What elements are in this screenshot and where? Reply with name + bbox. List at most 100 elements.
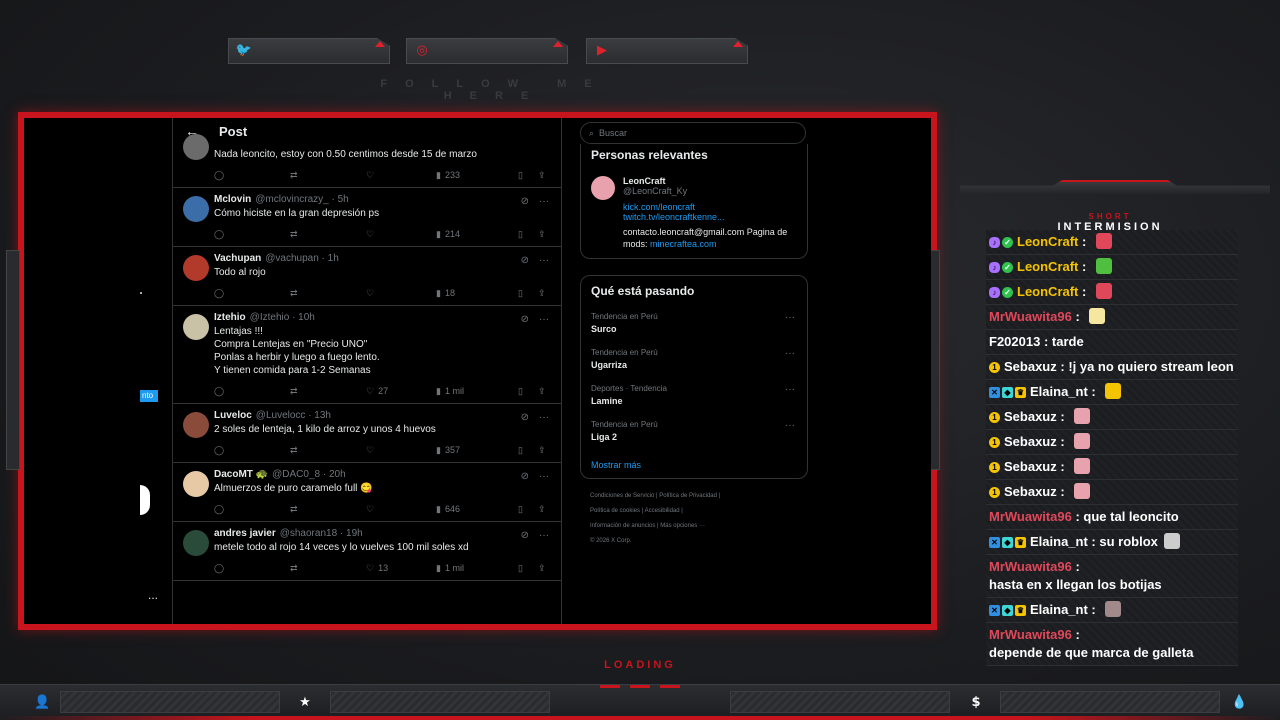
trend-item[interactable]: Tendencia en Perú Surco ··· xyxy=(591,312,797,334)
share-icon[interactable]: ⇪ xyxy=(538,504,552,515)
author-name[interactable]: DacoMT 🐢 xyxy=(214,469,268,480)
tweet[interactable]: Nada leoncito, estoy con 0.50 centimos d… xyxy=(173,134,561,188)
reply-icon[interactable]: ◯ xyxy=(214,445,290,456)
chat-username[interactable]: LeonCraft xyxy=(1017,258,1078,276)
like-button[interactable]: ♡ xyxy=(366,445,436,456)
tweet[interactable]: ⊘ ··· Iztehio @Iztehio · 10h Lentajas !!! … xyxy=(173,306,561,404)
avatar[interactable] xyxy=(591,176,615,200)
reply-icon[interactable]: ◯ xyxy=(214,504,290,515)
share-icon[interactable]: ⇪ xyxy=(538,445,552,456)
chat-username[interactable]: LeonCraft xyxy=(1017,283,1078,301)
reply-icon[interactable]: ◯ xyxy=(214,288,290,299)
grok-icon[interactable]: ⊘ xyxy=(521,530,529,541)
tweet[interactable]: ⊘ ··· andres javier @shaoran18 · 19h metel… xyxy=(173,522,561,581)
share-icon[interactable]: ⇪ xyxy=(538,229,552,240)
retweet-icon[interactable]: ⇄ xyxy=(290,229,366,240)
link-kick[interactable]: kick.com/leoncraft xyxy=(623,202,797,212)
views-button[interactable]: ▮ 18 xyxy=(436,288,518,299)
chat-username[interactable]: Sebaxuz xyxy=(1004,408,1057,426)
retweet-icon[interactable]: ⇄ xyxy=(290,563,366,574)
link-twitch[interactable]: twitch.tv/leoncraftkenne... xyxy=(623,212,797,222)
footer-line[interactable]: Información de anuncios | Más opciones ·… xyxy=(590,519,800,534)
views-button[interactable]: ▮ 646 xyxy=(436,504,518,515)
author-name[interactable]: andres javier xyxy=(214,528,276,539)
avatar[interactable] xyxy=(183,314,209,340)
tweet[interactable]: ⊘ ··· Vachupan @vachupan · 1h Todo al rojo… xyxy=(173,247,561,306)
avatar[interactable] xyxy=(183,530,209,556)
chat-username[interactable]: MrWuawita96 xyxy=(989,508,1072,526)
like-button[interactable]: ♡ xyxy=(366,504,436,515)
retweet-icon[interactable]: ⇄ xyxy=(290,386,366,397)
grok-icon[interactable]: ⊘ xyxy=(521,196,529,207)
reply-icon[interactable]: ◯ xyxy=(214,229,290,240)
more-icon[interactable]: ··· xyxy=(785,348,795,359)
chat-username[interactable]: Sebaxuz xyxy=(1004,358,1057,376)
author-handle[interactable]: @DAC0_8 · 20h xyxy=(272,469,346,480)
author-name[interactable]: Mclovin xyxy=(214,194,251,205)
share-icon[interactable]: ⇪ xyxy=(538,563,552,574)
retweet-icon[interactable]: ⇄ xyxy=(290,170,366,181)
footer-line[interactable]: Condiciones de Servicio | Política de Pr… xyxy=(590,489,800,504)
author-handle[interactable]: @Iztehio · 10h xyxy=(250,312,315,323)
views-button[interactable]: ▮ 357 xyxy=(436,445,518,456)
retweet-icon[interactable]: ⇄ xyxy=(290,445,366,456)
views-button[interactable]: ▮ 1 mil xyxy=(436,563,518,574)
retweet-icon[interactable]: ⇄ xyxy=(290,288,366,299)
more-icon[interactable]: ··· xyxy=(785,420,795,431)
avatar[interactable] xyxy=(183,471,209,497)
more-icon[interactable]: ··· xyxy=(539,255,549,266)
tweet[interactable]: ⊘ ··· Mclovin @mclovincrazy_ · 5h Cómo hic… xyxy=(173,188,561,247)
reply-icon[interactable]: ◯ xyxy=(214,386,290,397)
person-name[interactable]: LeonCraft xyxy=(623,176,797,186)
like-button[interactable]: ♡ xyxy=(366,229,436,240)
avatar[interactable] xyxy=(183,412,209,438)
compose-button[interactable] xyxy=(140,485,150,515)
chat-username[interactable]: LeonCraft xyxy=(1017,233,1078,251)
more-icon[interactable]: ··· xyxy=(785,384,795,395)
more-options-button[interactable]: ... xyxy=(148,588,158,602)
bookmark-icon[interactable]: ▯ xyxy=(518,288,538,299)
author-handle[interactable]: @shaoran18 · 19h xyxy=(280,528,363,539)
reply-icon[interactable]: ◯ xyxy=(214,170,290,181)
avatar[interactable] xyxy=(183,196,209,222)
retweet-icon[interactable]: ⇄ xyxy=(290,504,366,515)
nav-badge[interactable]: nto xyxy=(140,390,158,402)
show-more-link[interactable]: Mostrar más xyxy=(591,460,797,470)
chat-username[interactable]: MrWuawita96 xyxy=(989,558,1072,576)
link-mods[interactable]: minecraftea.com xyxy=(650,239,717,249)
grok-icon[interactable]: ⊘ xyxy=(521,471,529,482)
grok-icon[interactable]: ⊘ xyxy=(521,412,529,423)
like-button[interactable]: ♡ 13 xyxy=(366,563,436,574)
author-name[interactable]: Iztehio xyxy=(214,312,246,323)
relevant-person[interactable]: LeonCraft @LeonCraft_Ky kick.com/leoncra… xyxy=(591,176,797,250)
trend-item[interactable]: Deportes · Tendencia Lamine ··· xyxy=(591,384,797,406)
author-name[interactable]: Vachupan xyxy=(214,253,261,264)
share-icon[interactable]: ⇪ xyxy=(538,288,552,299)
more-icon[interactable]: ··· xyxy=(539,196,549,207)
like-button[interactable]: ♡ xyxy=(366,170,436,181)
more-icon[interactable]: ··· xyxy=(785,312,795,323)
like-button[interactable]: ♡ 27 xyxy=(366,386,436,397)
bookmark-icon[interactable]: ▯ xyxy=(518,386,538,397)
grok-icon[interactable]: ⊘ xyxy=(521,314,529,325)
footer-line[interactable]: Política de cookies | Accesibilidad | xyxy=(590,504,800,519)
bookmark-icon[interactable]: ▯ xyxy=(518,563,538,574)
grok-icon[interactable]: ⊘ xyxy=(521,255,529,266)
chat-username[interactable]: Elaina_nt xyxy=(1030,383,1088,401)
trend-item[interactable]: Tendencia en Perú Ugarriza ··· xyxy=(591,348,797,370)
share-icon[interactable]: ⇪ xyxy=(538,386,552,397)
trend-item[interactable]: Tendencia en Perú Liga 2 ··· xyxy=(591,420,797,442)
chat-username[interactable]: MrWuawita96 xyxy=(989,626,1072,644)
author-name[interactable]: Luveloc xyxy=(214,410,252,421)
author-handle[interactable]: @Luvelocc · 13h xyxy=(256,410,331,421)
avatar[interactable] xyxy=(183,255,209,281)
author-handle[interactable]: @mclovincrazy_ · 5h xyxy=(255,194,349,205)
reply-icon[interactable]: ◯ xyxy=(214,563,290,574)
bookmark-icon[interactable]: ▯ xyxy=(518,229,538,240)
avatar[interactable] xyxy=(183,134,209,160)
more-icon[interactable]: ··· xyxy=(539,314,549,325)
views-button[interactable]: ▮ 1 mil xyxy=(436,386,518,397)
more-icon[interactable]: ··· xyxy=(539,530,549,541)
bookmark-icon[interactable]: ▯ xyxy=(518,504,538,515)
share-icon[interactable]: ⇪ xyxy=(538,170,552,181)
